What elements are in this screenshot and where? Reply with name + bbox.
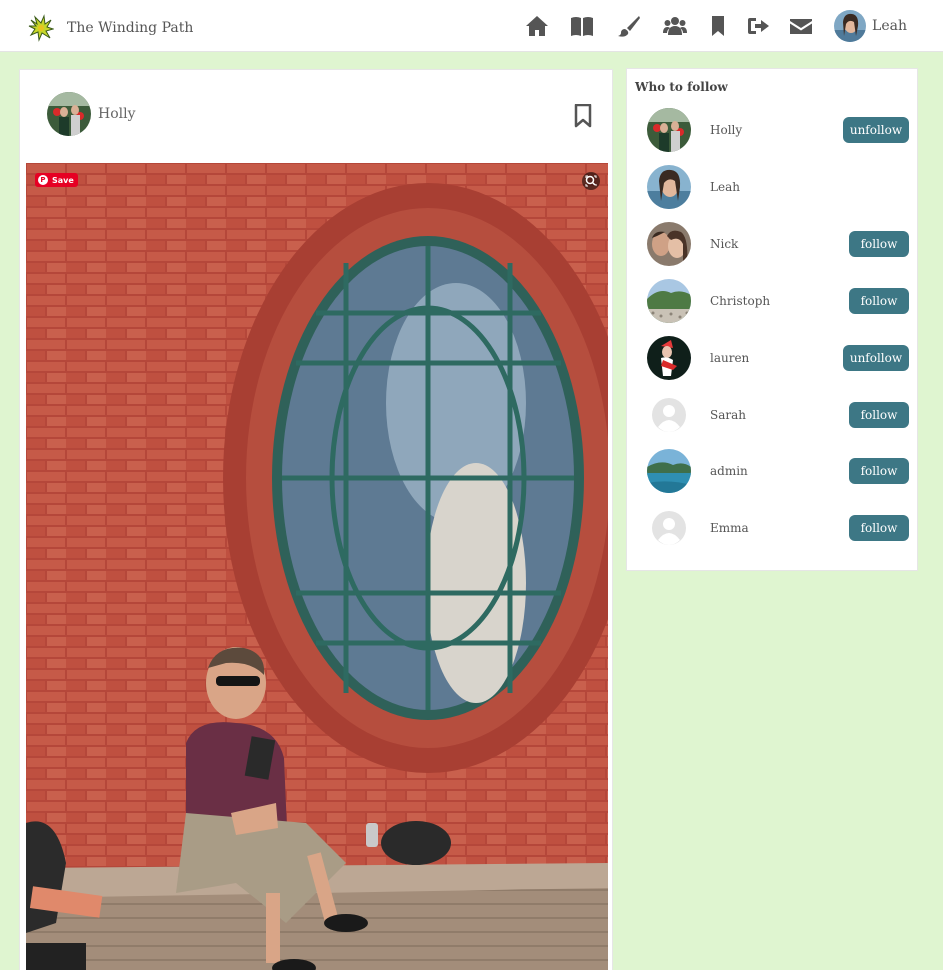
list-item: Leah xyxy=(647,165,909,209)
pinterest-icon: P xyxy=(38,175,48,185)
follow-button[interactable]: follow xyxy=(849,231,909,257)
post-photo-illustration xyxy=(26,163,608,970)
unfollow-button[interactable]: unfollow xyxy=(843,345,909,371)
list-item: admin follow xyxy=(647,449,909,493)
site-logo-icon xyxy=(28,14,54,42)
avatar[interactable] xyxy=(647,108,691,152)
bookmark-icon[interactable] xyxy=(705,14,731,38)
user-name[interactable]: Nick xyxy=(710,237,849,251)
follow-button[interactable]: follow xyxy=(849,288,909,314)
nav-icons: Leah xyxy=(524,0,943,52)
user-name[interactable]: Sarah xyxy=(710,408,849,422)
bookmark-icon[interactable] xyxy=(574,104,592,128)
list-item: Emma follow xyxy=(647,506,909,550)
avatar xyxy=(834,10,867,42)
user-name: Leah xyxy=(872,18,907,34)
visual-search-icon[interactable] xyxy=(582,172,600,190)
user-name[interactable]: Emma xyxy=(710,521,849,535)
default-avatar-icon[interactable] xyxy=(647,393,691,437)
unfollow-button[interactable]: unfollow xyxy=(843,117,909,143)
user-menu[interactable]: Leah xyxy=(834,10,907,42)
avatar[interactable] xyxy=(647,165,691,209)
user-name[interactable]: Christoph xyxy=(710,294,849,308)
envelope-icon[interactable] xyxy=(788,14,814,38)
paintbrush-icon[interactable] xyxy=(616,14,642,38)
sign-out-icon[interactable] xyxy=(746,14,772,38)
avatar[interactable] xyxy=(647,222,691,266)
users-icon[interactable] xyxy=(662,14,688,38)
post-author-name: Holly xyxy=(98,106,136,122)
post-author[interactable]: Holly xyxy=(47,92,136,136)
brand[interactable]: The Winding Path xyxy=(28,14,193,42)
avatar[interactable] xyxy=(647,336,691,380)
user-name[interactable]: Leah xyxy=(710,180,909,194)
panel-title: Who to follow xyxy=(635,80,728,94)
pinterest-save-button[interactable]: P Save xyxy=(35,173,78,187)
home-icon[interactable] xyxy=(524,14,550,38)
post-photo: P Save xyxy=(26,163,608,970)
pinterest-save-label: Save xyxy=(52,175,74,185)
book-icon[interactable] xyxy=(569,14,595,38)
follow-button[interactable]: follow xyxy=(849,458,909,484)
list-item: Christoph follow xyxy=(647,279,909,323)
follow-button[interactable]: follow xyxy=(849,515,909,541)
user-name[interactable]: admin xyxy=(710,464,849,478)
follow-button[interactable]: follow xyxy=(849,402,909,428)
avatar[interactable] xyxy=(647,279,691,323)
top-navbar: The Winding Path Leah xyxy=(0,0,943,52)
list-item: lauren unfollow xyxy=(647,336,909,380)
list-item: Nick follow xyxy=(647,222,909,266)
list-item: Sarah follow xyxy=(647,393,909,437)
user-name[interactable]: Holly xyxy=(710,123,843,137)
default-avatar-icon[interactable] xyxy=(647,506,691,550)
site-name: The Winding Path xyxy=(67,20,194,36)
avatar[interactable] xyxy=(647,449,691,493)
user-name[interactable]: lauren xyxy=(710,351,843,365)
avatar xyxy=(47,92,91,136)
who-to-follow-panel: Who to follow Holly unfollow Leah Nick f… xyxy=(626,68,918,571)
post-card: Holly P Save xyxy=(19,69,613,970)
list-item: Holly unfollow xyxy=(647,108,909,152)
